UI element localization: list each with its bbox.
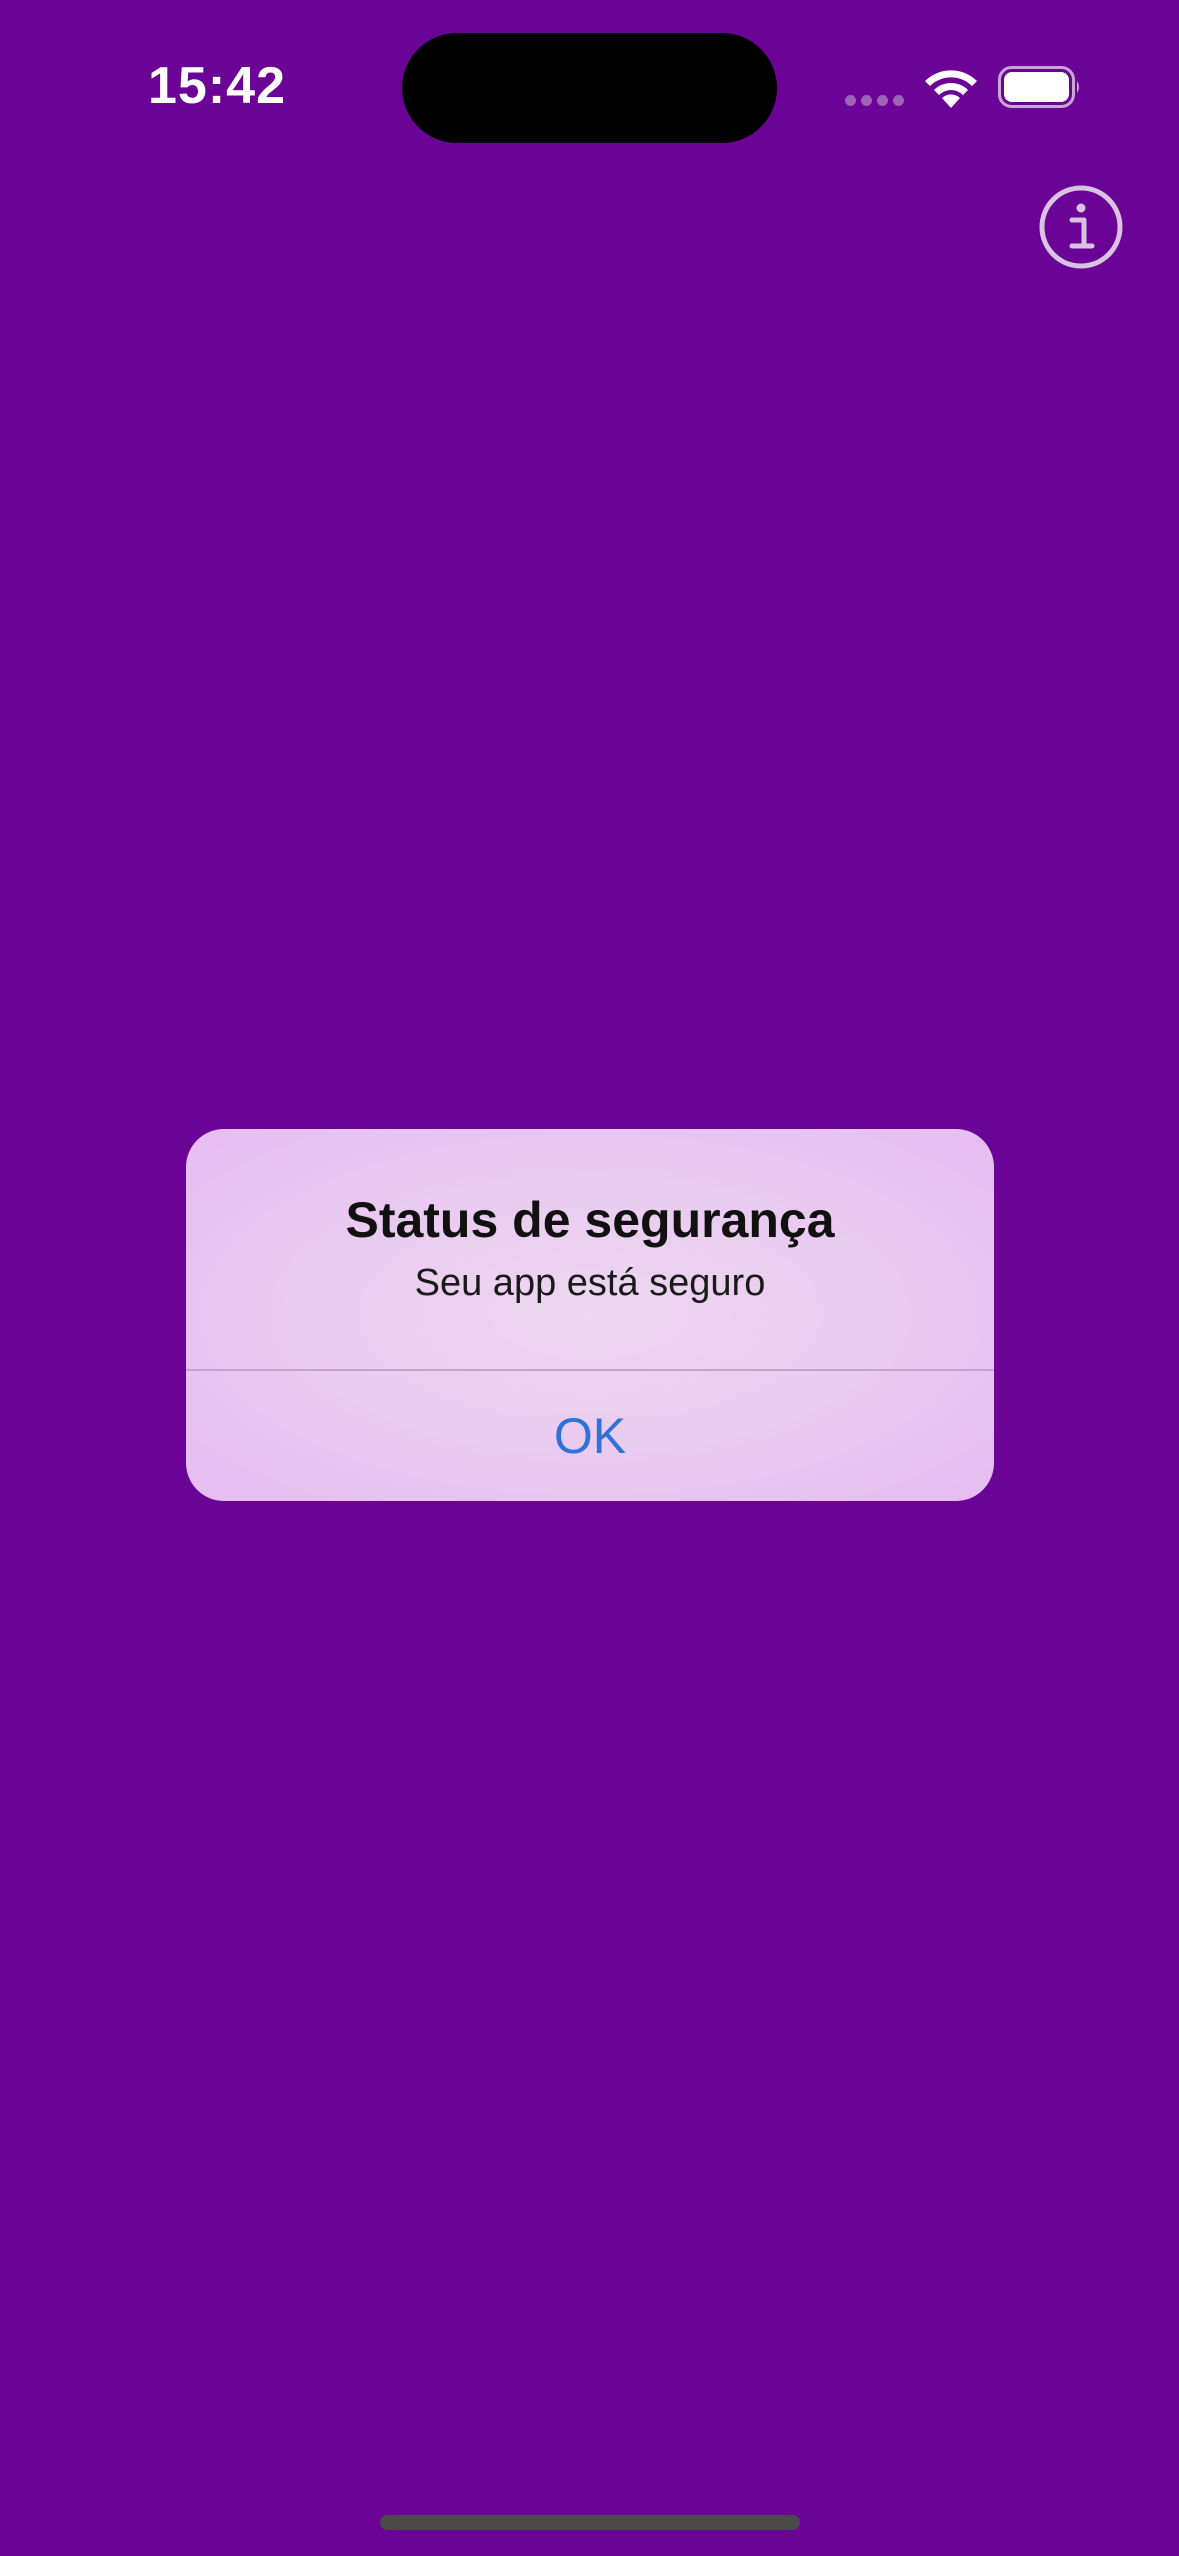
- app-screen: 15:42 Status de segurança Seu app está s…: [0, 0, 1179, 2556]
- home-indicator[interactable]: [380, 2515, 800, 2530]
- status-time: 15:42: [148, 57, 286, 115]
- wifi-icon: [925, 70, 977, 108]
- battery-icon: [998, 66, 1079, 108]
- alert-message: Seu app está seguro: [414, 1262, 766, 1304]
- signal-icon: [845, 95, 905, 107]
- info-icon[interactable]: [1038, 184, 1124, 270]
- security-status-alert: Status de segurança Seu app está seguro …: [186, 1129, 994, 1501]
- alert-title: Status de segurança: [345, 1192, 835, 1248]
- ok-button[interactable]: OK: [186, 1371, 994, 1501]
- dynamic-island: [402, 33, 777, 143]
